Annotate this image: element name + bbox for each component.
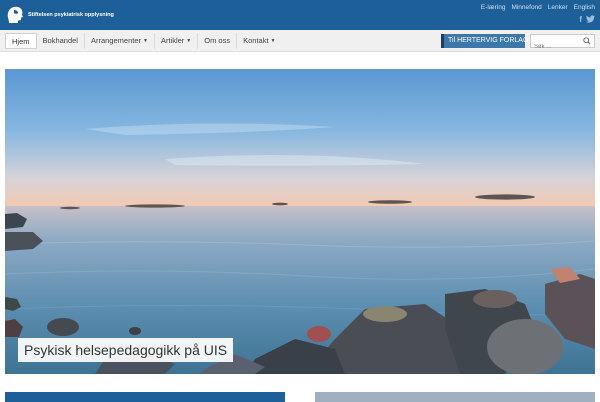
- hero-caption[interactable]: Psykisk helsepedagogikk på UIS: [18, 338, 234, 362]
- nav-label: Kontakt: [243, 36, 269, 45]
- nav-item-bokhandel[interactable]: Bokhandel: [37, 33, 85, 49]
- social-links: f: [579, 15, 595, 24]
- nav-item-arrangementer[interactable]: Arrangementer ▼: [85, 33, 155, 49]
- content-panel-right[interactable]: [315, 392, 595, 402]
- nav-label: Arrangementer: [90, 36, 141, 45]
- top-link-elaering[interactable]: E-læring: [481, 4, 506, 11]
- nav-items: Hjem Bokhandel Arrangementer ▼ Artikler ▼ …: [5, 33, 281, 49]
- nav-item-artikler[interactable]: Artikler ▼: [155, 33, 199, 49]
- top-link-lenker[interactable]: Lenker: [548, 4, 568, 11]
- nav-item-om-oss[interactable]: Om oss: [198, 33, 238, 49]
- nav-label: Bokhandel: [42, 36, 78, 45]
- logo-text: Stiftelsen psykiatrisk opplysning: [28, 12, 114, 18]
- header-bar: Stiftelsen psykiatrisk opplysning E-læri…: [0, 0, 600, 30]
- hero-image: [5, 69, 595, 374]
- search-box: [530, 34, 595, 53]
- head-profile-icon: [7, 6, 24, 23]
- caret-down-icon: ▼: [186, 38, 192, 45]
- nav-label: Artikler: [160, 36, 185, 45]
- top-link-minnefond[interactable]: Minnefond: [511, 4, 541, 11]
- twitter-icon[interactable]: [586, 15, 595, 23]
- content-panel-left[interactable]: [5, 392, 285, 402]
- hertervig-forlag-button[interactable]: Til HERTERVIG FORLAG: [441, 34, 528, 48]
- nav-label: Om oss: [204, 36, 231, 45]
- search-icon[interactable]: [583, 37, 591, 45]
- site-logo[interactable]: Stiftelsen psykiatrisk opplysning: [5, 5, 114, 25]
- nav-item-hjem[interactable]: Hjem: [5, 33, 37, 49]
- top-links: E-læring Minnefond Lenker English: [481, 4, 595, 11]
- nav-label: Hjem: [12, 37, 30, 46]
- caret-down-icon: ▼: [270, 38, 276, 45]
- seascape-photo: [5, 69, 595, 374]
- top-link-english[interactable]: English: [574, 4, 595, 11]
- nav-item-kontakt[interactable]: Kontakt ▼: [237, 33, 281, 49]
- search-input[interactable]: [531, 41, 581, 53]
- facebook-icon[interactable]: f: [579, 15, 582, 24]
- caret-down-icon: ▼: [143, 38, 148, 45]
